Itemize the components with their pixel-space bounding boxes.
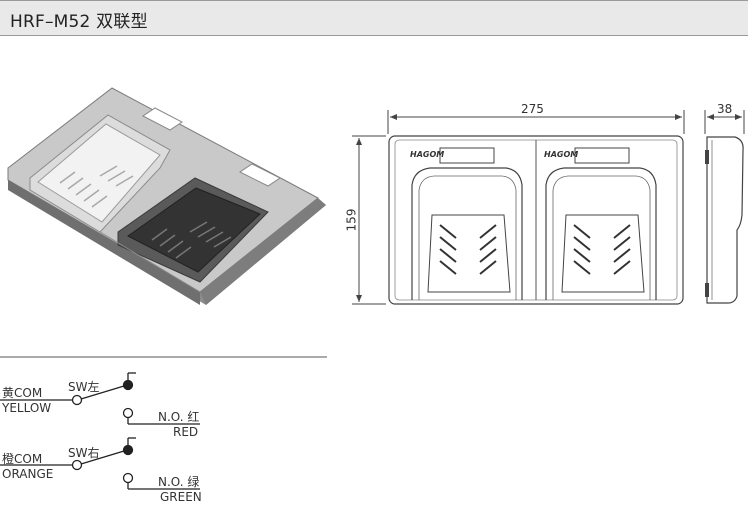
common1-en-label: YELLOW <box>2 401 52 415</box>
switch1-label: SW左 <box>68 380 100 394</box>
switch2-label: SW右 <box>68 446 100 460</box>
no1-en-label: RED <box>173 425 199 439</box>
common2-en-label: ORANGE <box>2 467 54 481</box>
common2-cn-label: 橙COM <box>2 452 43 466</box>
wiring-diagram <box>0 356 327 490</box>
common1-cn-label: 黄COM <box>2 386 43 400</box>
no1-label: N.O. 红 <box>158 410 200 424</box>
no2-en-label: GREEN <box>160 490 202 504</box>
no2-label: N.O. 绿 <box>158 475 200 489</box>
